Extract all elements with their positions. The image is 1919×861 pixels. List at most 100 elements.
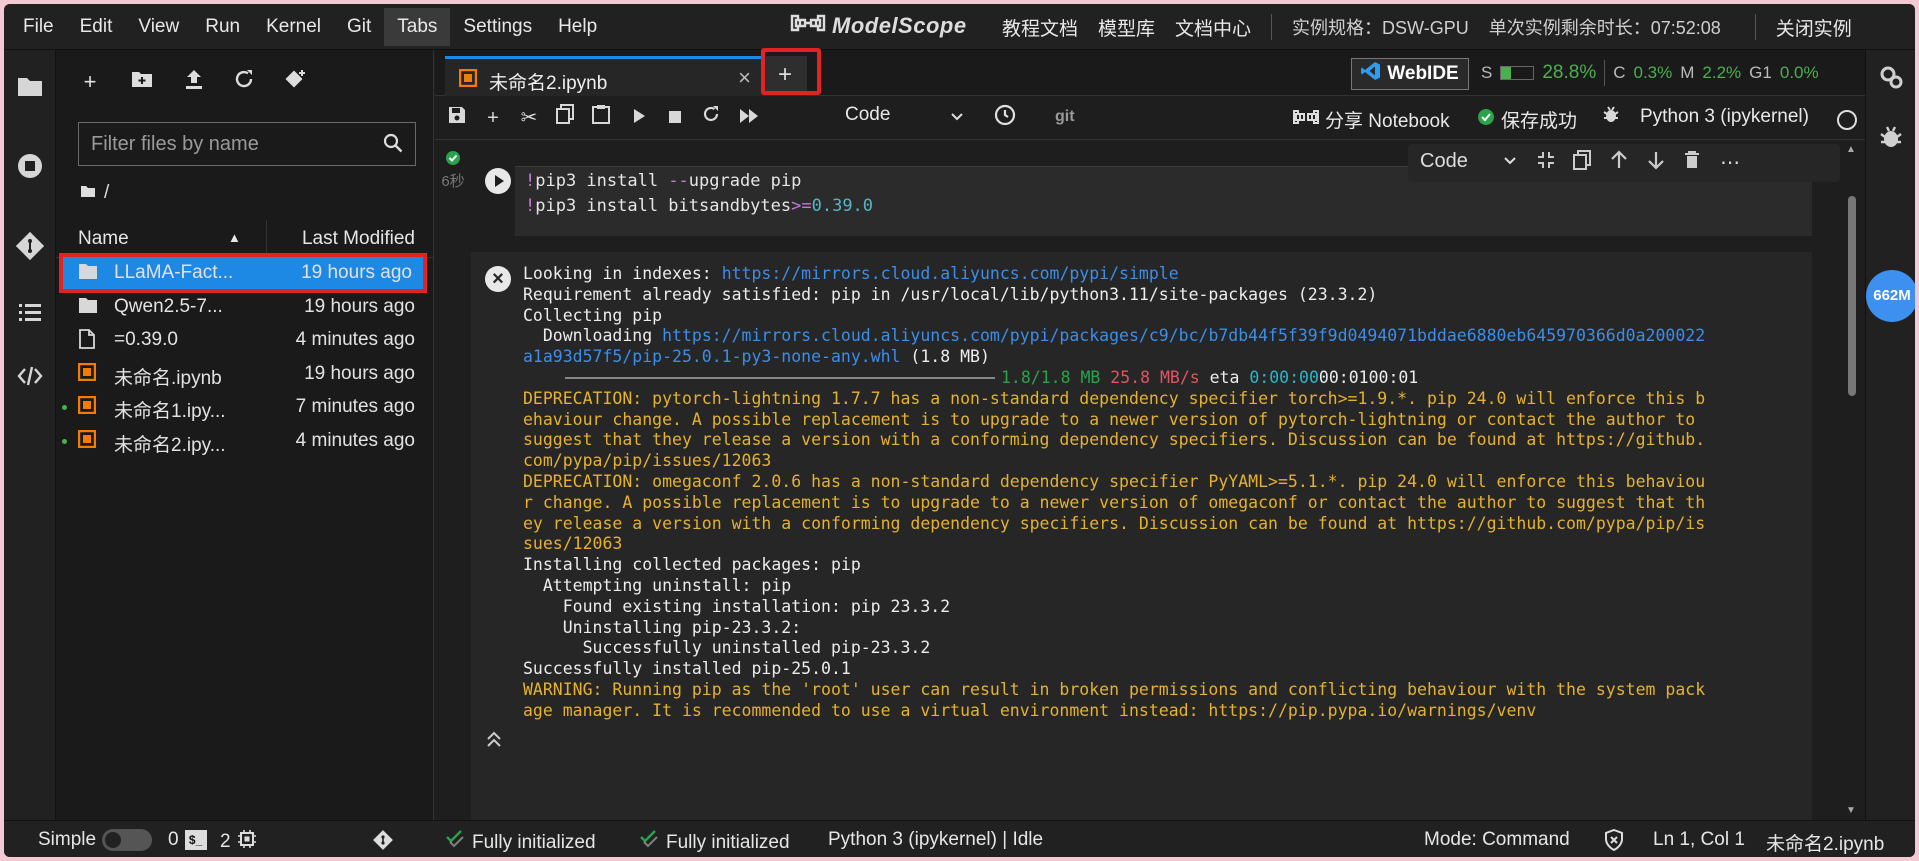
copy-icon[interactable] [551,104,579,132]
collapse-output-icon[interactable] [485,730,503,754]
move-up-icon[interactable] [1610,150,1628,176]
file-filter-input[interactable] [79,123,369,165]
init-status-1[interactable]: Fully initialized [444,829,596,857]
paste-icon[interactable] [587,104,615,132]
nav-tutorials[interactable]: 教程文档 [1002,14,1078,41]
run-icon[interactable] [625,104,653,132]
interrupt-icon[interactable] [661,104,689,132]
instance-spec: 实例规格：DSW-GPU [1292,18,1469,38]
chevron-down-icon [949,104,965,136]
metric-g-label: G1 [1749,63,1772,82]
trust-shield-icon[interactable] [1604,829,1624,851]
cell-type-dropdown[interactable]: Code [1420,150,1468,173]
column-last-modified[interactable]: Last Modified [302,228,415,250]
clock-icon[interactable] [991,104,1019,132]
upload-icon[interactable] [180,68,208,96]
file-name: LLaMA-Fact... [114,262,234,283]
scroll-up-icon[interactable]: ▲ [1846,144,1856,155]
git-icon [372,829,394,857]
webide-button[interactable]: WebIDE [1351,58,1469,90]
run-cell-icon[interactable] [485,168,511,194]
new-launcher-icon[interactable]: + [76,68,104,96]
init-status-2[interactable]: Fully initialized [638,829,790,857]
restart-icon[interactable] [697,104,725,132]
file-row[interactable]: 未命名1.ipy... 7 minutes ago [56,390,433,424]
kernel-count[interactable]: 2 [220,829,257,855]
simple-mode-toggle[interactable] [102,829,153,851]
duplicate-icon[interactable] [1573,150,1591,176]
warning-line: ey release a version with a conforming d… [523,513,1706,533]
menu-help[interactable]: Help [545,8,610,46]
folder-icon [78,296,100,318]
share-notebook-button[interactable]: 分享 Notebook [1293,106,1450,133]
output-link[interactable]: a1a93d57f5/pip-25.0.1-py3-none-any.whl [523,347,901,366]
git-status[interactable] [372,829,394,857]
table-of-contents-icon[interactable] [16,298,44,326]
breadcrumb-root[interactable]: / [104,182,109,204]
folder-icon[interactable] [16,72,44,100]
terminal-count[interactable]: 0 $_ [168,829,207,851]
git-icon[interactable] [15,231,45,261]
file-icon [78,329,100,351]
tab-notebook[interactable]: 未命名2.ipynb × [445,56,763,96]
file-row[interactable]: 未命名.ipynb 19 hours ago [56,357,433,391]
file-modified: 4 minutes ago [295,329,415,351]
menu-settings[interactable]: Settings [450,8,545,46]
menu-view[interactable]: View [125,8,192,46]
delete-icon[interactable] [1684,150,1700,176]
menu-kernel[interactable]: Kernel [253,8,334,46]
clear-output-icon[interactable]: × [485,266,511,292]
save-icon[interactable] [443,104,471,132]
cut-icon[interactable]: ✂ [515,104,543,132]
column-divider[interactable] [266,220,267,258]
new-folder-icon[interactable] [128,68,156,96]
code-snippet-icon[interactable] [16,362,44,390]
menu-file[interactable]: File [10,8,67,46]
debugger-icon[interactable] [1877,124,1905,152]
kernel-status[interactable]: Python 3 (ipykernel) | Idle [828,829,1043,851]
modelscope-logo[interactable]: ModelScope [790,12,967,40]
collapse-icon[interactable] [1536,150,1556,176]
more-icon[interactable]: ⋯ [1720,150,1740,175]
output-line: Successfully uninstalled pip-23.3.2 [523,638,931,658]
init-check-icon [638,829,660,857]
property-inspector-icon[interactable] [1877,64,1905,92]
memory-badge[interactable]: 662M [1866,270,1915,322]
file-row[interactable]: Qwen2.5-7... 19 hours ago [56,290,433,324]
kernel-name[interactable]: Python 3 (ipykernel) [1640,106,1809,128]
vscode-icon [1361,61,1381,87]
scroll-down-icon[interactable]: ▼ [1846,805,1856,816]
menu-git[interactable]: Git [334,8,384,46]
fast-forward-icon[interactable] [735,104,763,132]
cursor-position[interactable]: Ln 1, Col 1 [1653,829,1745,851]
running-stop-icon[interactable] [16,152,44,180]
close-icon[interactable]: × [738,65,751,91]
file-row[interactable]: 未命名2.ipy... 4 minutes ago [56,424,433,458]
simple-mode[interactable]: Simple [38,829,153,851]
file-row[interactable]: =0.39.0 4 minutes ago [56,323,433,357]
running-indicator [62,405,67,411]
output-link[interactable]: https://mirrors.cloud.aliyuncs.com/pypi/… [722,264,1179,283]
nav-model-library[interactable]: 模型库 [1098,14,1155,41]
notebook-scrollbar[interactable]: ▲ ▼ [1844,140,1860,820]
menu-run[interactable]: Run [192,8,253,46]
git-clone-icon[interactable] [282,68,310,96]
move-down-icon[interactable] [1647,150,1665,176]
scrollbar-thumb[interactable] [1848,196,1856,396]
menu-tabs[interactable]: Tabs [384,7,451,46]
output-link[interactable]: https://mirrors.cloud.aliyuncs.com/pypi/… [662,326,1705,345]
column-name[interactable]: Name [78,228,129,250]
bug-icon[interactable] [1597,104,1625,132]
refresh-icon[interactable] [230,68,258,96]
nav-doc-center[interactable]: 文档中心 [1175,14,1251,41]
file-modified: 7 minutes ago [295,396,415,418]
git-diff-button[interactable]: git [1055,108,1075,126]
menu-edit[interactable]: Edit [67,8,126,46]
insert-cell-icon[interactable]: + [479,104,507,132]
chevron-down-icon[interactable] [1502,148,1518,180]
file-row[interactable]: LLaMA-Fact... 19 hours ago [59,253,427,293]
close-instance-button[interactable]: 关闭实例 [1776,14,1852,41]
editor-mode[interactable]: Mode: Command [1424,829,1570,851]
home-folder-icon[interactable] [80,182,96,204]
cell-type-select[interactable]: Code [845,104,965,132]
